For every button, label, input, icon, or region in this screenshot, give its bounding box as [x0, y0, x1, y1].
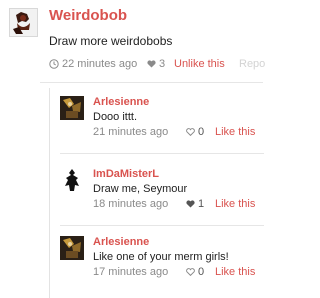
comment-meta: 21 minutes ago 0 Like this: [93, 126, 264, 140]
post-divider: [40, 82, 263, 83]
post-time-text: 22 minutes ago: [62, 58, 138, 70]
avatar[interactable]: [60, 96, 84, 120]
post-like-count-text: 3: [159, 58, 166, 70]
avatar[interactable]: [60, 168, 84, 192]
post-author[interactable]: Weirdobob: [49, 7, 127, 24]
comment-author[interactable]: ImDaMisterL: [93, 168, 159, 180]
heart-icon: [186, 200, 195, 208]
post-like-count: 3: [147, 58, 165, 70]
clock-icon: [49, 59, 59, 69]
avatar[interactable]: [9, 8, 38, 37]
weirdobob-avatar-image: [10, 9, 37, 36]
comment-text: Dooo ittt.: [93, 111, 138, 123]
heart-icon: [147, 60, 156, 68]
comment-text: Like one of your merm girls!: [93, 251, 229, 263]
comment-list: Arlesienne Dooo ittt. 21 minutes ago 0 L…: [49, 88, 264, 298]
comment-divider: [60, 225, 264, 226]
avatar[interactable]: [60, 236, 84, 260]
comment-text: Draw me, Seymour: [93, 183, 188, 195]
post: Weirdobob Draw more weirdobobs 22 minute…: [0, 0, 265, 298]
misterl-avatar-image: [60, 168, 84, 192]
unlike-button[interactable]: Unlike this: [174, 58, 225, 70]
arlesienne-avatar-image: [60, 236, 84, 260]
comment-meta: 18 minutes ago 1 Like this: [93, 198, 264, 212]
comment-divider: [60, 153, 264, 154]
like-button[interactable]: Like this: [215, 266, 255, 278]
comment-item: Arlesienne Dooo ittt. 21 minutes ago 0 L…: [60, 96, 264, 156]
post-timestamp: 22 minutes ago: [49, 58, 137, 70]
arlesienne-avatar-image: [60, 96, 84, 120]
comment-like-count: 0: [186, 266, 204, 278]
comment-like-count-text: 1: [198, 198, 205, 210]
comment-time: 17 minutes ago: [93, 266, 169, 278]
heart-icon: [186, 268, 195, 276]
comment-meta: 17 minutes ago 0 Like this: [93, 266, 264, 280]
post-meta: 22 minutes ago 3 Unlike this Repo: [49, 58, 265, 74]
report-link[interactable]: Repo: [239, 58, 265, 70]
comment-like-count-text: 0: [198, 266, 205, 278]
comment-time: 21 minutes ago: [93, 126, 169, 138]
heart-icon: [186, 128, 195, 136]
comment-time: 18 minutes ago: [93, 198, 169, 210]
comment-like-count: 1: [186, 198, 204, 210]
like-button[interactable]: Like this: [215, 198, 255, 210]
post-text: Draw more weirdobobs: [49, 34, 173, 48]
comment-item: ImDaMisterL Draw me, Seymour 18 minutes …: [60, 168, 264, 228]
like-button[interactable]: Like this: [215, 126, 255, 138]
comment-author[interactable]: Arlesienne: [93, 96, 149, 108]
comment-item: Arlesienne Like one of your merm girls! …: [60, 236, 264, 296]
comment-like-count: 0: [186, 126, 204, 138]
comment-author[interactable]: Arlesienne: [93, 236, 149, 248]
comment-like-count-text: 0: [198, 126, 205, 138]
